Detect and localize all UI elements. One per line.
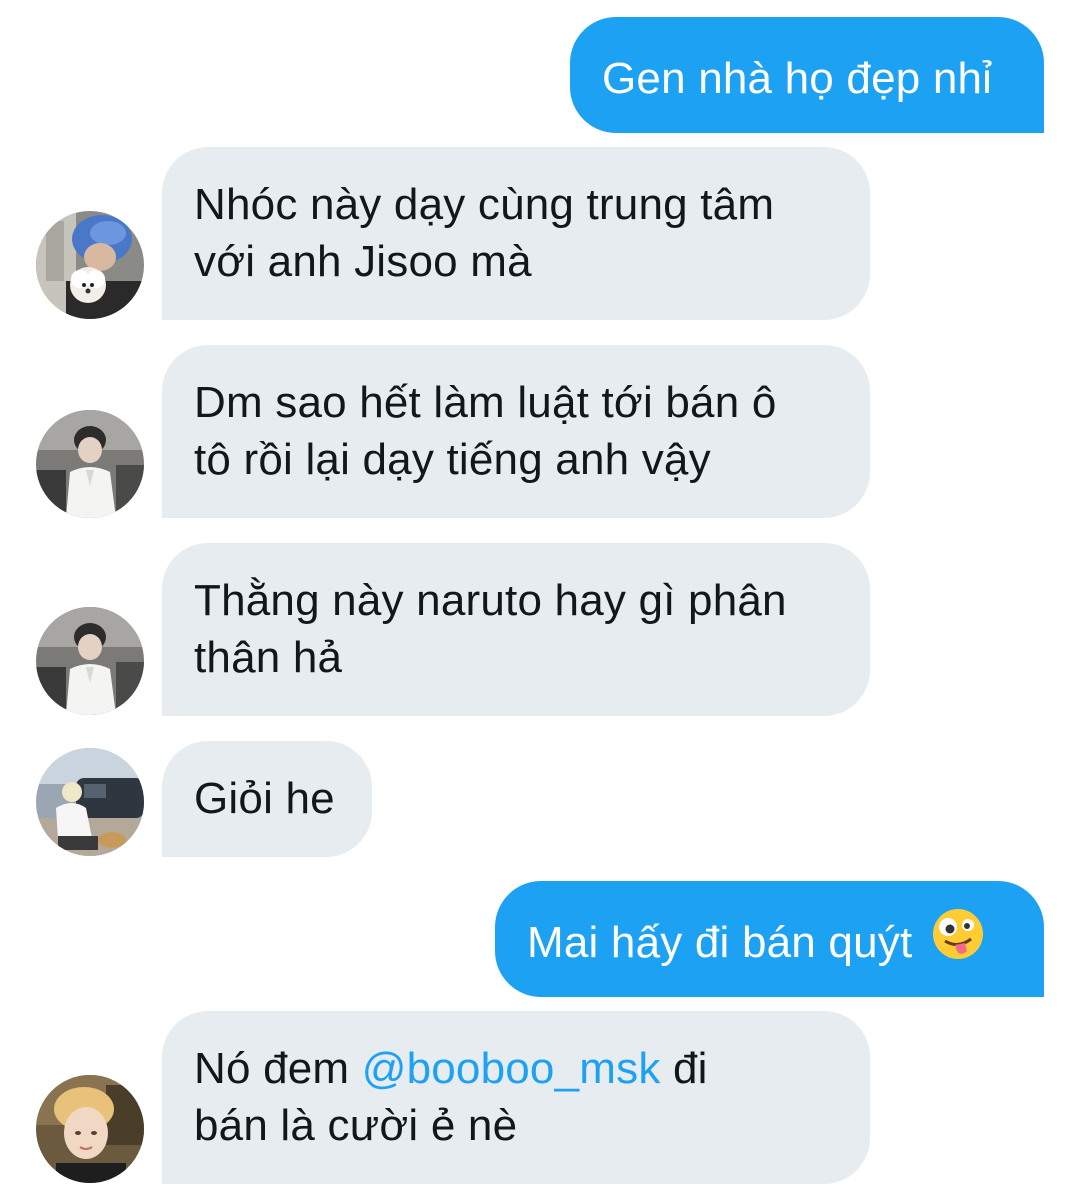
message-text: Gen nhà họ đẹp nhỉ (602, 54, 993, 103)
message-text-segment: Nó đem (194, 1044, 362, 1093)
avatar-blonde-selfie-image (36, 1075, 144, 1183)
mention-link[interactable]: @booboo_msk (362, 1044, 661, 1093)
message-text-line: tô rồi lại dạy tiếng anh vậy (194, 435, 711, 484)
avatar-white-shirt-image (36, 607, 144, 715)
message-bubble-incoming[interactable]: Nhóc này dạy cùng trung tâm với anh Jiso… (162, 147, 870, 320)
avatar-white-shirt-image (36, 410, 144, 518)
avatar[interactable] (36, 748, 144, 856)
avatar-car-street-image (36, 748, 144, 856)
message-text-line: thân hả (194, 633, 343, 682)
avatar-blue-hair-dog-image (36, 211, 144, 319)
message-bubble-outgoing[interactable]: Mai hấy đi bán quýt (495, 881, 1044, 997)
message-bubble-incoming[interactable]: Giỏi he (162, 741, 372, 857)
message-bubble-incoming[interactable]: Thằng này naruto hay gì phân thân hả (162, 543, 870, 716)
message-text-line: Nhóc này dạy cùng trung tâm (194, 180, 775, 229)
message-text: Mai hấy đi bán quýt (527, 918, 913, 967)
avatar[interactable] (36, 607, 144, 715)
message-bubble-incoming[interactable]: Dm sao hết làm luật tới bán ô tô rồi lại… (162, 345, 870, 518)
message-text-segment: đi (660, 1044, 708, 1093)
message-text: Giỏi he (194, 774, 335, 823)
avatar[interactable] (36, 410, 144, 518)
avatar[interactable] (36, 1075, 144, 1183)
message-text-line: Nó đem @booboo_msk đi (194, 1040, 840, 1097)
message-bubble-incoming[interactable]: Nó đem @booboo_msk đi bán là cười ẻ nè (162, 1011, 870, 1184)
message-text-line: với anh Jisoo mà (194, 237, 532, 286)
message-text-line: Dm sao hết làm luật tới bán ô (194, 378, 777, 427)
message-text-line: bán là cười ẻ nè (194, 1101, 518, 1150)
message-text-line: Thằng này naruto hay gì phân (194, 576, 787, 625)
chat-thread: Gen nhà họ đẹp nhỉ Nhóc này dạy cùng tru… (0, 0, 1080, 1202)
message-bubble-outgoing[interactable]: Gen nhà họ đẹp nhỉ (570, 17, 1044, 133)
zany-face-emoji-icon (931, 907, 985, 975)
avatar[interactable] (36, 211, 144, 319)
